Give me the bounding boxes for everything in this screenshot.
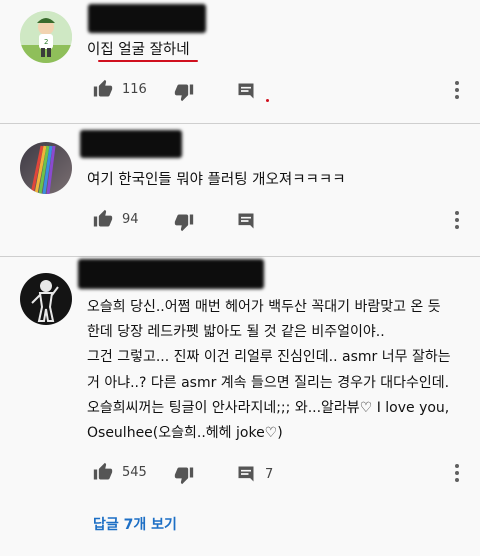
avatar[interactable]: 2	[20, 11, 72, 63]
dislike-button[interactable]	[174, 465, 194, 485]
avatar-image	[20, 273, 72, 325]
dislike-button[interactable]	[174, 82, 194, 102]
reply-icon	[238, 83, 254, 99]
comment-1: 2 이집 얼굴 잘하네 116	[0, 0, 480, 122]
avatar-image	[20, 142, 72, 194]
decorative-dot	[266, 99, 269, 102]
like-count: 116	[122, 81, 147, 97]
thumbs-up-icon	[93, 462, 113, 480]
dislike-button[interactable]	[174, 212, 194, 232]
like-button[interactable]: 545	[93, 462, 147, 482]
thumbs-up-icon	[93, 79, 113, 97]
comment-text: 이집 얼굴 잘하네	[87, 38, 190, 62]
more-vert-icon[interactable]	[455, 211, 459, 232]
comment-2: 여기 한국인들 뭐야 플러팅 개오져ㅋㅋㅋㅋ 94	[0, 124, 480, 256]
more-vert-icon[interactable]	[455, 81, 459, 102]
username-redacted	[78, 259, 264, 289]
comment-text: 여기 한국인들 뭐야 플러팅 개오져ㅋㅋㅋㅋ	[87, 168, 346, 192]
text-highlight-underline	[98, 60, 198, 62]
comment-line: 오슬희씨꺼는 팅글이 안사라지네;;; 와...알라뷰♡ I love you,	[87, 399, 450, 416]
comment-line: 한데 당장 레드카펫 밟아도 될 것 같은 비주얼이야..	[87, 324, 385, 341]
reply-button[interactable]: 7	[236, 464, 273, 484]
comment-3: 오슬희 당신..어쩜 매번 헤어가 백두산 꼭대기 바람맞고 온 듯 한데 당장…	[0, 257, 480, 556]
comment-text: 오슬희 당신..어쩜 매번 헤어가 백두산 꼭대기 바람맞고 온 듯 한데 당장…	[87, 295, 451, 446]
avatar[interactable]	[20, 273, 72, 325]
avatar[interactable]	[20, 142, 72, 194]
view-replies-link[interactable]: 답글 7개 보기	[93, 514, 177, 534]
reply-button[interactable]	[236, 81, 256, 101]
like-button[interactable]: 116	[93, 79, 147, 99]
comment-line: 그건 그렇고... 진짜 이건 리얼루 진심인데.. asmr 너무 잘하는	[87, 349, 451, 366]
username-redacted	[80, 130, 182, 158]
more-vert-icon[interactable]	[455, 464, 459, 485]
comment-line: Oseulhee(오슬희..헤헤 joke♡)	[87, 425, 283, 442]
thumbs-down-icon	[174, 84, 194, 102]
comment-line: 오슬희 당신..어쩜 매번 헤어가 백두산 꼭대기 바람맞고 온 듯	[87, 299, 441, 315]
reply-icon	[238, 466, 254, 482]
avatar-image: 2	[20, 11, 72, 63]
like-count: 94	[122, 211, 139, 227]
like-button[interactable]: 94	[93, 209, 139, 229]
username-redacted	[88, 4, 206, 33]
thumbs-down-icon	[174, 214, 194, 232]
comment-line: 이집 얼굴 잘하네	[87, 42, 190, 58]
thumbs-up-icon	[93, 209, 113, 227]
comment-line: 거 아냐..? 다른 asmr 계속 들으면 질리는 경우가 대다수인데.	[87, 374, 450, 391]
reply-icon	[238, 213, 254, 229]
reply-button[interactable]	[236, 211, 256, 231]
svg-text:2: 2	[44, 38, 48, 46]
comment-line: 여기 한국인들 뭐야 플러팅 개오져ㅋㅋㅋㅋ	[87, 172, 346, 188]
reply-count: 7	[265, 466, 274, 482]
thumbs-down-icon	[174, 467, 194, 485]
like-count: 545	[122, 464, 147, 480]
